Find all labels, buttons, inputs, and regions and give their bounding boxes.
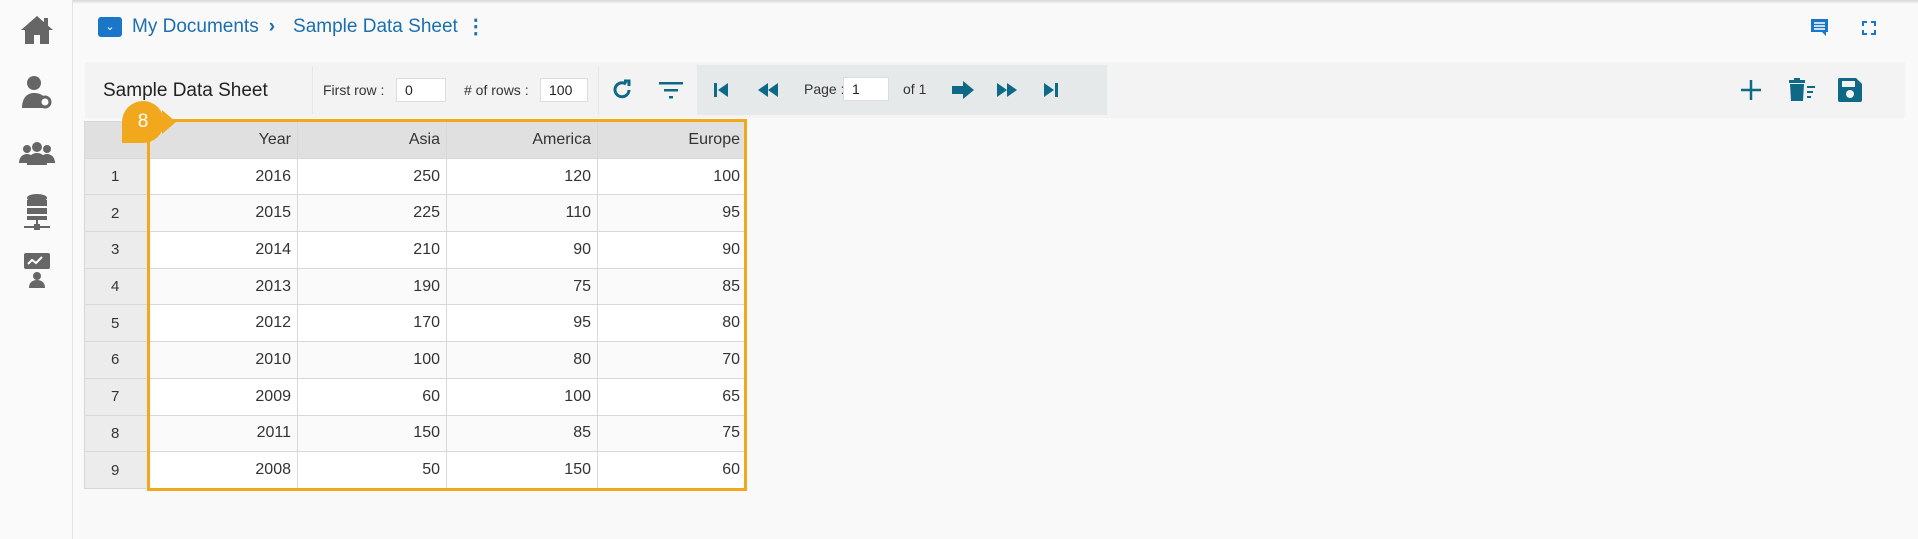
column-header[interactable]: Asia (297, 121, 447, 159)
top-shadow (0, 0, 1918, 4)
pagination: Page : 1 of 1 (697, 65, 1107, 115)
table-row: 3 2014 210 90 90 (84, 231, 747, 269)
filter-icon[interactable] (658, 78, 684, 102)
toolbar: Sample Data Sheet First row : 0 # of row… (85, 62, 1905, 118)
table-cell[interactable]: 90 (446, 231, 598, 269)
next-arrow-icon[interactable] (951, 80, 975, 100)
table-cell[interactable]: 2014 (149, 231, 298, 269)
row-number: 8 (84, 414, 150, 453)
rows-label: # of rows : (464, 82, 529, 98)
table-cell[interactable]: 90 (597, 231, 747, 269)
breadcrumb-current[interactable]: Sample Data Sheet (293, 16, 458, 38)
row-number: 3 (84, 231, 150, 269)
table-cell[interactable]: 150 (297, 414, 447, 453)
table-cell[interactable]: 190 (297, 267, 447, 306)
first-row-label: First row : (323, 82, 385, 98)
refresh-icon[interactable] (610, 78, 634, 102)
home-icon[interactable] (18, 12, 56, 48)
table-cell[interactable]: 120 (446, 157, 598, 196)
table-row: 2 2015 225 110 95 (84, 194, 747, 233)
table-cell[interactable]: 70 (597, 341, 747, 379)
table-cell[interactable]: 2011 (149, 414, 298, 453)
row-number: 5 (84, 304, 150, 343)
table-cell[interactable]: 225 (297, 194, 447, 233)
table-cell[interactable]: 2013 (149, 267, 298, 306)
page-label: Page : (804, 81, 845, 97)
table-row: 5 2012 170 95 80 (84, 304, 747, 343)
first-row-input[interactable]: 0 (396, 78, 446, 102)
rows-input[interactable]: 100 (540, 78, 588, 102)
last-page-icon[interactable] (1041, 80, 1061, 100)
table-header-row: Year Asia America Europe (84, 121, 747, 159)
users-group-icon[interactable] (18, 136, 56, 172)
table-cell[interactable]: 65 (597, 377, 747, 416)
table-row: 4 2013 190 75 85 (84, 267, 747, 306)
table-row: 9 2008 50 150 60 (84, 451, 747, 489)
table-cell[interactable]: 2015 (149, 194, 298, 233)
comments-icon[interactable] (1810, 18, 1830, 38)
save-icon[interactable] (1837, 77, 1863, 103)
page-input[interactable]: 1 (843, 77, 889, 101)
table-cell[interactable]: 250 (297, 157, 447, 196)
page-total: of 1 (903, 81, 927, 97)
delete-rows-icon[interactable] (1788, 77, 1816, 103)
table-cell[interactable]: 2008 (149, 451, 298, 489)
step-badge: 8 (122, 101, 176, 143)
divider (312, 66, 313, 114)
table-cell[interactable]: 75 (446, 267, 598, 306)
table-cell[interactable]: 60 (597, 451, 747, 489)
table-cell[interactable]: 2016 (149, 157, 298, 196)
row-number: 6 (84, 341, 150, 379)
table-cell[interactable]: 2012 (149, 304, 298, 343)
table-row: 6 2010 100 80 70 (84, 341, 747, 379)
table-cell[interactable]: 100 (446, 377, 598, 416)
table-cell[interactable]: 85 (446, 414, 598, 453)
row-number: 1 (84, 157, 150, 196)
row-number: 9 (84, 451, 150, 489)
divider (598, 66, 599, 114)
table-cell[interactable]: 150 (446, 451, 598, 489)
add-icon[interactable] (1739, 78, 1763, 102)
table-cell[interactable]: 100 (297, 341, 447, 379)
chevron-right-icon: › (268, 15, 276, 37)
breadcrumb-root[interactable]: My Documents (132, 16, 259, 38)
more-options-icon[interactable]: ⋮ (466, 14, 486, 39)
user-settings-icon[interactable] (18, 74, 56, 110)
previous-page-icon[interactable] (755, 80, 781, 100)
table-cell[interactable]: 80 (446, 341, 598, 379)
sheet-title: Sample Data Sheet (103, 80, 268, 101)
table-cell[interactable]: 110 (446, 194, 598, 233)
table-cell[interactable]: 2009 (149, 377, 298, 416)
table-cell[interactable]: 50 (297, 451, 447, 489)
table-cell[interactable]: 170 (297, 304, 447, 343)
row-number: 4 (84, 267, 150, 306)
table-cell[interactable]: 100 (597, 157, 747, 196)
row-number: 7 (84, 377, 150, 416)
column-header[interactable]: America (446, 121, 598, 159)
table-cell[interactable]: 80 (597, 304, 747, 343)
sidebar (0, 0, 73, 539)
table-row: 8 2011 150 85 75 (84, 414, 747, 453)
table-cell[interactable]: 95 (597, 194, 747, 233)
breadcrumb: ⌄ My Documents › Sample Data Sheet ⋮ (98, 14, 486, 39)
next-page-icon[interactable] (994, 80, 1020, 100)
database-network-icon[interactable] (18, 194, 56, 230)
table-cell[interactable]: 2010 (149, 341, 298, 379)
data-table: Year Asia America Europe 1 2016 250 120 100 2… (84, 121, 747, 489)
table-cell[interactable]: 75 (597, 414, 747, 453)
first-page-icon[interactable] (711, 80, 731, 100)
presentation-icon[interactable] (18, 252, 56, 288)
table-row: 7 2009 60 100 65 (84, 377, 747, 416)
table-cell[interactable]: 95 (446, 304, 598, 343)
folder-icon[interactable]: ⌄ (98, 16, 122, 37)
table-cell[interactable]: 60 (297, 377, 447, 416)
table-cell[interactable]: 85 (597, 267, 747, 306)
row-number: 2 (84, 194, 150, 233)
table-row: 1 2016 250 120 100 (84, 157, 747, 196)
column-header[interactable]: Europe (597, 121, 747, 159)
table-cell[interactable]: 210 (297, 231, 447, 269)
fullscreen-icon[interactable] (1862, 21, 1876, 35)
